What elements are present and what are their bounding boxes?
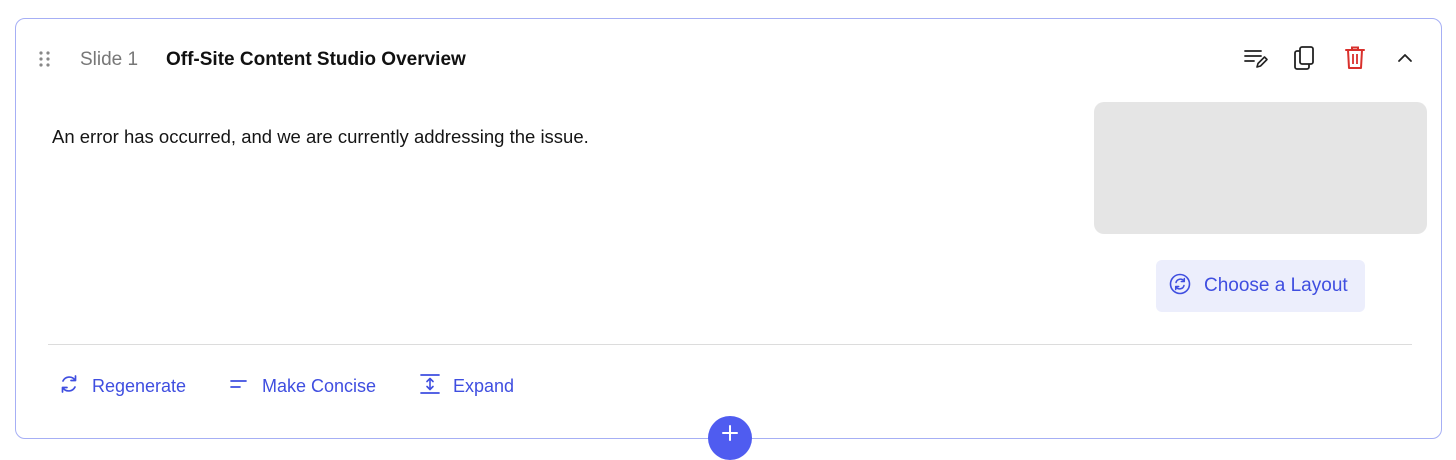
chevron-up-icon [1396, 51, 1414, 69]
plus-icon [721, 424, 739, 447]
divider [48, 344, 1412, 345]
make-concise-label: Make Concise [262, 375, 377, 396]
expand-vertical-icon [419, 373, 441, 400]
edit-notes-button[interactable] [1240, 44, 1272, 76]
drag-handle-icon[interactable] [38, 50, 52, 68]
expand-label: Expand [453, 375, 515, 396]
regenerate-button[interactable]: Regenerate [58, 372, 186, 400]
image-placeholder [1094, 102, 1427, 234]
choose-layout-button[interactable]: Choose a Layout [1156, 260, 1365, 312]
make-concise-button[interactable]: Make Concise [228, 372, 376, 400]
edit-notes-icon [1243, 46, 1269, 75]
trash-icon [1344, 45, 1366, 76]
add-slide-button[interactable] [708, 416, 752, 460]
copy-icon [1292, 45, 1316, 76]
layout-swap-icon [1169, 273, 1191, 300]
slide-title: Off-Site Content Studio Overview [166, 49, 466, 70]
short-text-icon [228, 373, 250, 400]
regenerate-icon [58, 373, 80, 400]
expand-button[interactable]: Expand [419, 372, 514, 400]
slide-body-text: An error has occurred, and we are curren… [52, 126, 589, 147]
collapse-button[interactable] [1389, 44, 1421, 76]
slide-number-label: Slide 1 [80, 49, 139, 70]
regenerate-label: Regenerate [92, 375, 187, 396]
choose-layout-label: Choose a Layout [1204, 275, 1348, 296]
delete-button[interactable] [1339, 44, 1371, 76]
duplicate-button[interactable] [1288, 44, 1320, 76]
